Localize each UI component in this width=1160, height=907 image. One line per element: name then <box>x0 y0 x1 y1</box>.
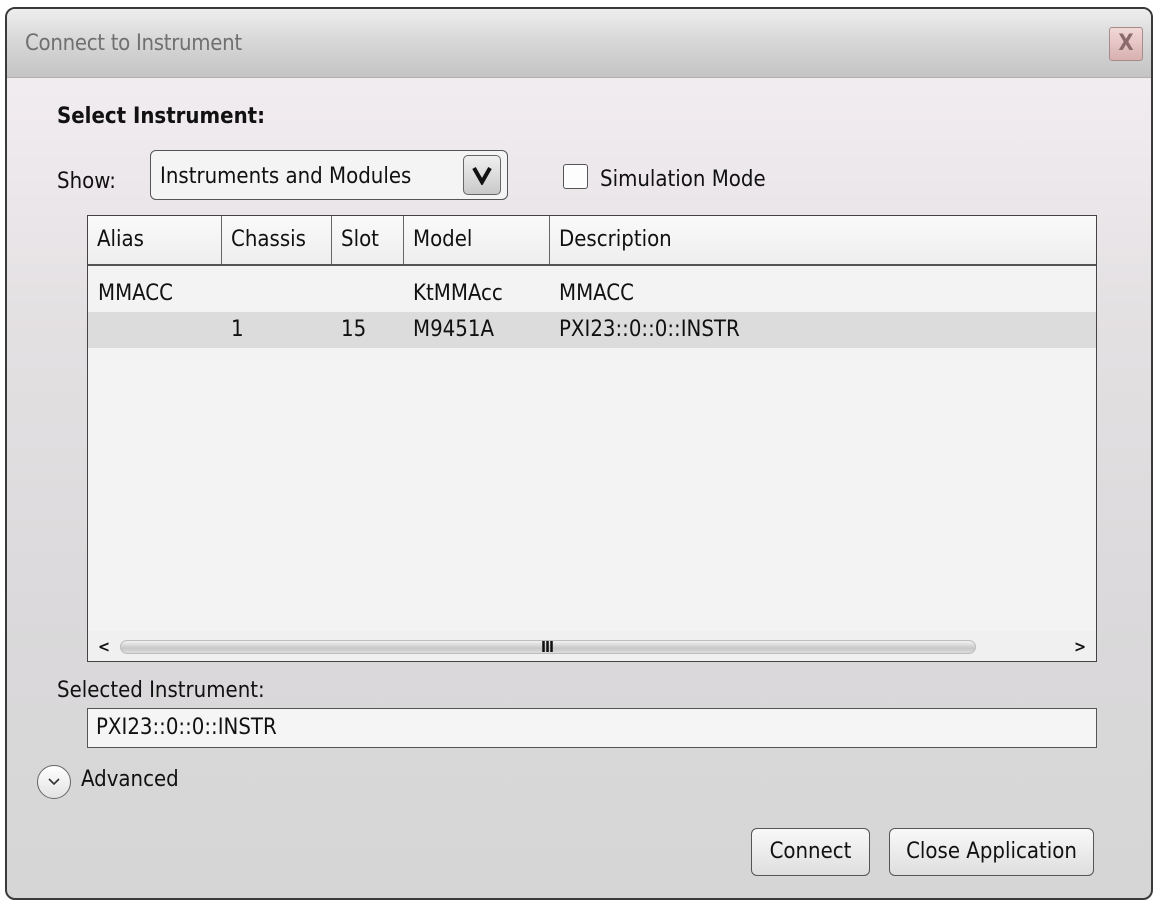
cell-model: KtMMAcc <box>413 281 503 306</box>
chevron-down-icon <box>472 167 492 185</box>
selected-instrument-field[interactable]: PXI23::0::0::INSTR <box>87 708 1097 748</box>
scrollbar-thumb[interactable]: III <box>120 638 976 656</box>
connect-dialog: Connect to Instrument X Select Instrumen… <box>5 7 1153 900</box>
cell-alias: MMACC <box>98 281 173 306</box>
show-label: Show: <box>57 169 116 194</box>
column-header-description[interactable]: Description <box>550 216 1096 264</box>
close-button[interactable]: X <box>1109 27 1143 61</box>
scroll-right-icon[interactable]: > <box>1074 637 1086 656</box>
column-header-chassis[interactable]: Chassis <box>222 216 332 264</box>
close-application-button[interactable]: Close Application <box>889 828 1094 876</box>
horizontal-scrollbar[interactable]: < III > <box>88 631 1096 661</box>
column-header-model[interactable]: Model <box>404 216 550 264</box>
table-row[interactable]: MMACC KtMMAcc MMACC <box>88 276 1096 312</box>
scroll-left-icon[interactable]: < <box>98 637 110 656</box>
title-bar[interactable]: Connect to Instrument X <box>7 9 1151 78</box>
column-header-slot[interactable]: Slot <box>332 216 404 264</box>
dropdown-arrow-button[interactable] <box>463 155 501 195</box>
simulation-mode-checkbox[interactable] <box>563 164 588 189</box>
selected-instrument-label: Selected Instrument: <box>57 678 265 703</box>
scrollbar-grip-icon: III <box>541 638 554 656</box>
cell-model: M9451A <box>413 317 494 342</box>
cell-description: PXI23::0::0::INSTR <box>559 317 740 342</box>
cell-description: MMACC <box>559 281 634 306</box>
advanced-toggle-button[interactable] <box>37 765 71 799</box>
cell-slot: 15 <box>341 317 367 342</box>
table-row[interactable]: 1 15 M9451A PXI23::0::0::INSTR <box>88 312 1096 348</box>
simulation-mode-label[interactable]: Simulation Mode <box>600 167 766 192</box>
window-title: Connect to Instrument <box>25 31 242 56</box>
select-instrument-heading: Select Instrument: <box>57 104 266 129</box>
table-header: Alias Chassis Slot Model Description <box>88 216 1096 266</box>
column-header-alias[interactable]: Alias <box>88 216 222 264</box>
connect-button[interactable]: Connect <box>751 828 870 876</box>
show-dropdown-value: Instruments and Modules <box>160 164 412 189</box>
show-dropdown[interactable]: Instruments and Modules <box>150 150 508 200</box>
instrument-table: Alias Chassis Slot Model Description MMA… <box>87 215 1097 662</box>
advanced-label[interactable]: Advanced <box>81 767 179 792</box>
cell-chassis: 1 <box>231 317 244 342</box>
chevron-down-icon <box>48 778 60 786</box>
